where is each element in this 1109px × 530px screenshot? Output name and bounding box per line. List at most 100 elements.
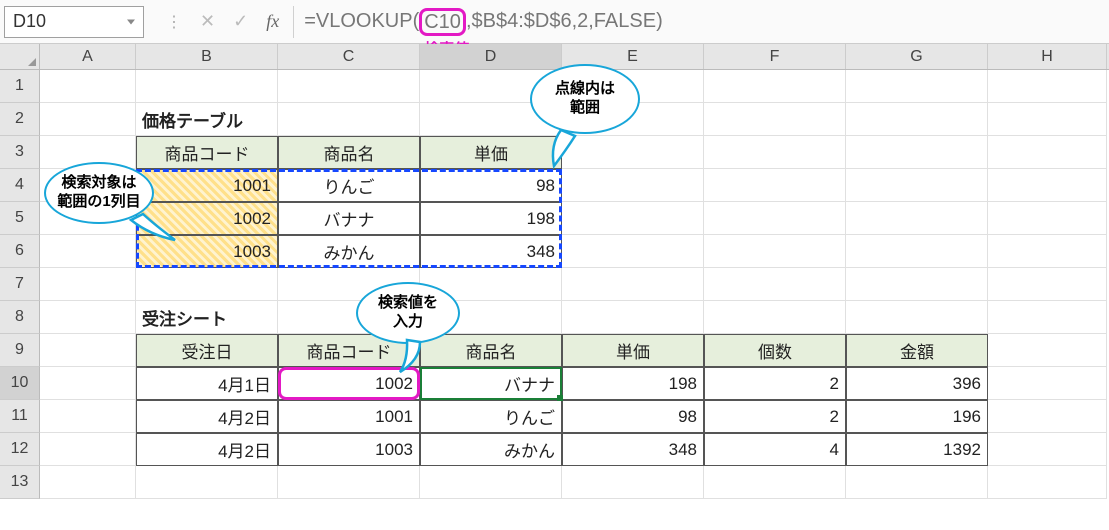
cell[interactable] xyxy=(988,202,1107,235)
row-header[interactable]: 4 xyxy=(0,169,40,202)
cell[interactable]: 4月1日 xyxy=(136,367,278,400)
row-header[interactable]: 9 xyxy=(0,334,40,367)
cell[interactable] xyxy=(562,235,704,268)
row-header[interactable]: 2 xyxy=(0,103,40,136)
cell[interactable]: 348 xyxy=(562,433,704,466)
cell[interactable] xyxy=(988,334,1107,367)
cell[interactable] xyxy=(846,70,988,103)
cancel-icon[interactable]: ✕ xyxy=(200,11,215,32)
cell[interactable] xyxy=(562,301,704,334)
cell[interactable] xyxy=(988,136,1107,169)
cell[interactable] xyxy=(278,70,420,103)
row-header[interactable]: 12 xyxy=(0,433,40,466)
row-header[interactable]: 1 xyxy=(0,70,40,103)
cell[interactable]: 1003 xyxy=(278,433,420,466)
cell[interactable] xyxy=(704,466,846,499)
cell[interactable]: りんご xyxy=(278,169,420,202)
cell[interactable] xyxy=(846,235,988,268)
cell[interactable]: 196 xyxy=(846,400,988,433)
cell[interactable]: 個数 xyxy=(704,334,846,367)
col-header-H[interactable]: H xyxy=(988,44,1107,69)
cell[interactable] xyxy=(846,103,988,136)
col-header-G[interactable]: G xyxy=(846,44,988,69)
name-box[interactable]: D10 xyxy=(4,6,144,38)
fx-icon[interactable]: fx xyxy=(266,11,279,32)
cell[interactable]: 2 xyxy=(704,367,846,400)
cell[interactable] xyxy=(40,400,136,433)
cell[interactable] xyxy=(562,136,704,169)
cell[interactable]: 348 xyxy=(420,235,562,268)
cell[interactable] xyxy=(40,301,136,334)
cell[interactable]: 受注日 xyxy=(136,334,278,367)
cell[interactable] xyxy=(988,367,1107,400)
row-header[interactable]: 13 xyxy=(0,466,40,499)
row-header[interactable]: 7 xyxy=(0,268,40,301)
check-icon[interactable]: ✓ xyxy=(233,11,248,32)
cell[interactable] xyxy=(704,268,846,301)
cell[interactable] xyxy=(704,136,846,169)
cell[interactable]: 金額 xyxy=(846,334,988,367)
cell[interactable]: 受注シート xyxy=(136,301,278,334)
cell[interactable]: 98 xyxy=(562,400,704,433)
cell[interactable]: 1001 xyxy=(278,400,420,433)
cell[interactable]: 価格テーブル xyxy=(136,103,278,136)
cell[interactable]: 4月2日 xyxy=(136,400,278,433)
cell[interactable]: 1002 xyxy=(136,202,278,235)
cell[interactable]: 商品名 xyxy=(420,334,562,367)
cell[interactable] xyxy=(420,466,562,499)
cell[interactable] xyxy=(40,268,136,301)
cell[interactable] xyxy=(40,466,136,499)
cell[interactable]: バナナ xyxy=(420,367,562,400)
cell[interactable]: 396 xyxy=(846,367,988,400)
cell[interactable]: バナナ xyxy=(278,202,420,235)
cell[interactable]: 単価 xyxy=(562,334,704,367)
cell[interactable] xyxy=(40,70,136,103)
cell[interactable] xyxy=(40,367,136,400)
select-all-corner[interactable] xyxy=(0,44,40,69)
cell[interactable] xyxy=(988,400,1107,433)
cell[interactable] xyxy=(988,466,1107,499)
cell[interactable]: 2 xyxy=(704,400,846,433)
cell[interactable] xyxy=(278,466,420,499)
row-header[interactable]: 5 xyxy=(0,202,40,235)
row-header[interactable]: 8 xyxy=(0,301,40,334)
cell[interactable]: 4月2日 xyxy=(136,433,278,466)
cell[interactable] xyxy=(704,235,846,268)
cell[interactable]: みかん xyxy=(420,433,562,466)
cell[interactable] xyxy=(562,466,704,499)
cell[interactable] xyxy=(988,235,1107,268)
cell[interactable] xyxy=(704,70,846,103)
cell[interactable]: 4 xyxy=(704,433,846,466)
cell[interactable] xyxy=(278,103,420,136)
cell[interactable] xyxy=(846,136,988,169)
cell[interactable]: 1003 xyxy=(136,235,278,268)
cell[interactable] xyxy=(40,433,136,466)
cell[interactable] xyxy=(846,169,988,202)
row-header[interactable]: 11 xyxy=(0,400,40,433)
cell[interactable] xyxy=(988,169,1107,202)
col-header-B[interactable]: B xyxy=(136,44,278,69)
col-header-F[interactable]: F xyxy=(704,44,846,69)
col-header-C[interactable]: C xyxy=(278,44,420,69)
cell[interactable]: みかん xyxy=(278,235,420,268)
cell[interactable]: 商品名 xyxy=(278,136,420,169)
col-header-A[interactable]: A xyxy=(40,44,136,69)
cell[interactable]: 1002 xyxy=(278,367,420,400)
cell[interactable] xyxy=(704,202,846,235)
cell[interactable] xyxy=(562,268,704,301)
cell[interactable] xyxy=(40,103,136,136)
formula-input[interactable]: =VLOOKUP(C10,$B$4:$D$6,2,FALSE) 検索値 xyxy=(293,6,1109,38)
row-header[interactable]: 10 xyxy=(0,367,40,400)
cell[interactable] xyxy=(136,466,278,499)
cell[interactable] xyxy=(40,334,136,367)
cell[interactable] xyxy=(988,301,1107,334)
cell[interactable] xyxy=(704,301,846,334)
cell[interactable] xyxy=(846,268,988,301)
cell[interactable]: 1001 xyxy=(136,169,278,202)
cell[interactable] xyxy=(988,103,1107,136)
cell[interactable] xyxy=(136,70,278,103)
cell[interactable] xyxy=(988,433,1107,466)
cell[interactable]: 98 xyxy=(420,169,562,202)
cell[interactable]: 198 xyxy=(420,202,562,235)
cell[interactable] xyxy=(40,235,136,268)
